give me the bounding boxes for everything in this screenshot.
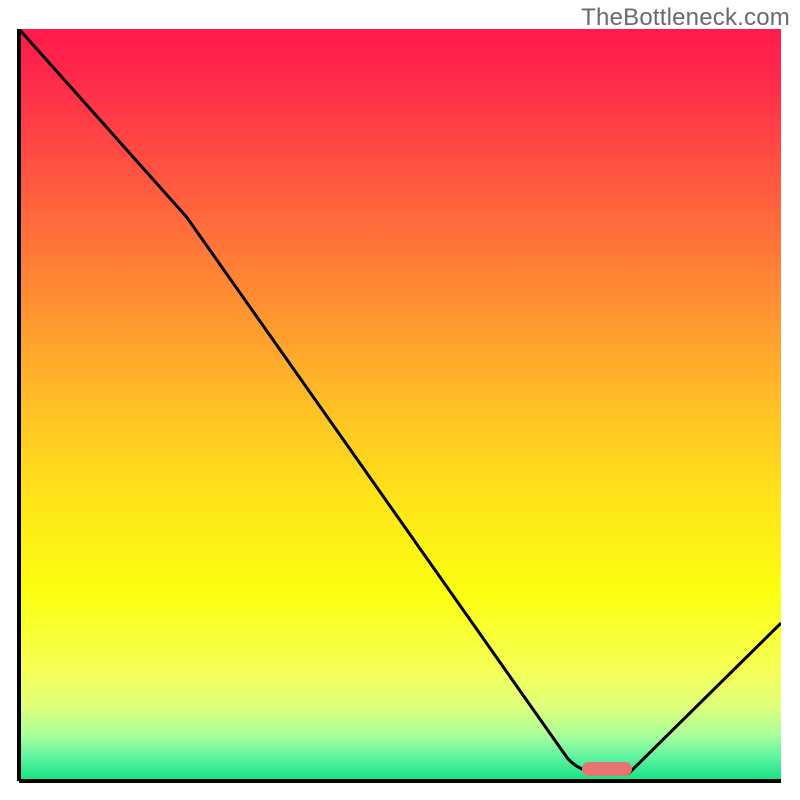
watermark-label: TheBottleneck.com [581,4,790,32]
chart-frame: TheBottleneck.com [0,0,800,800]
plot-area [19,29,781,781]
optimum-marker [582,762,632,776]
plot-svg [19,29,781,781]
gradient-background [19,29,781,781]
